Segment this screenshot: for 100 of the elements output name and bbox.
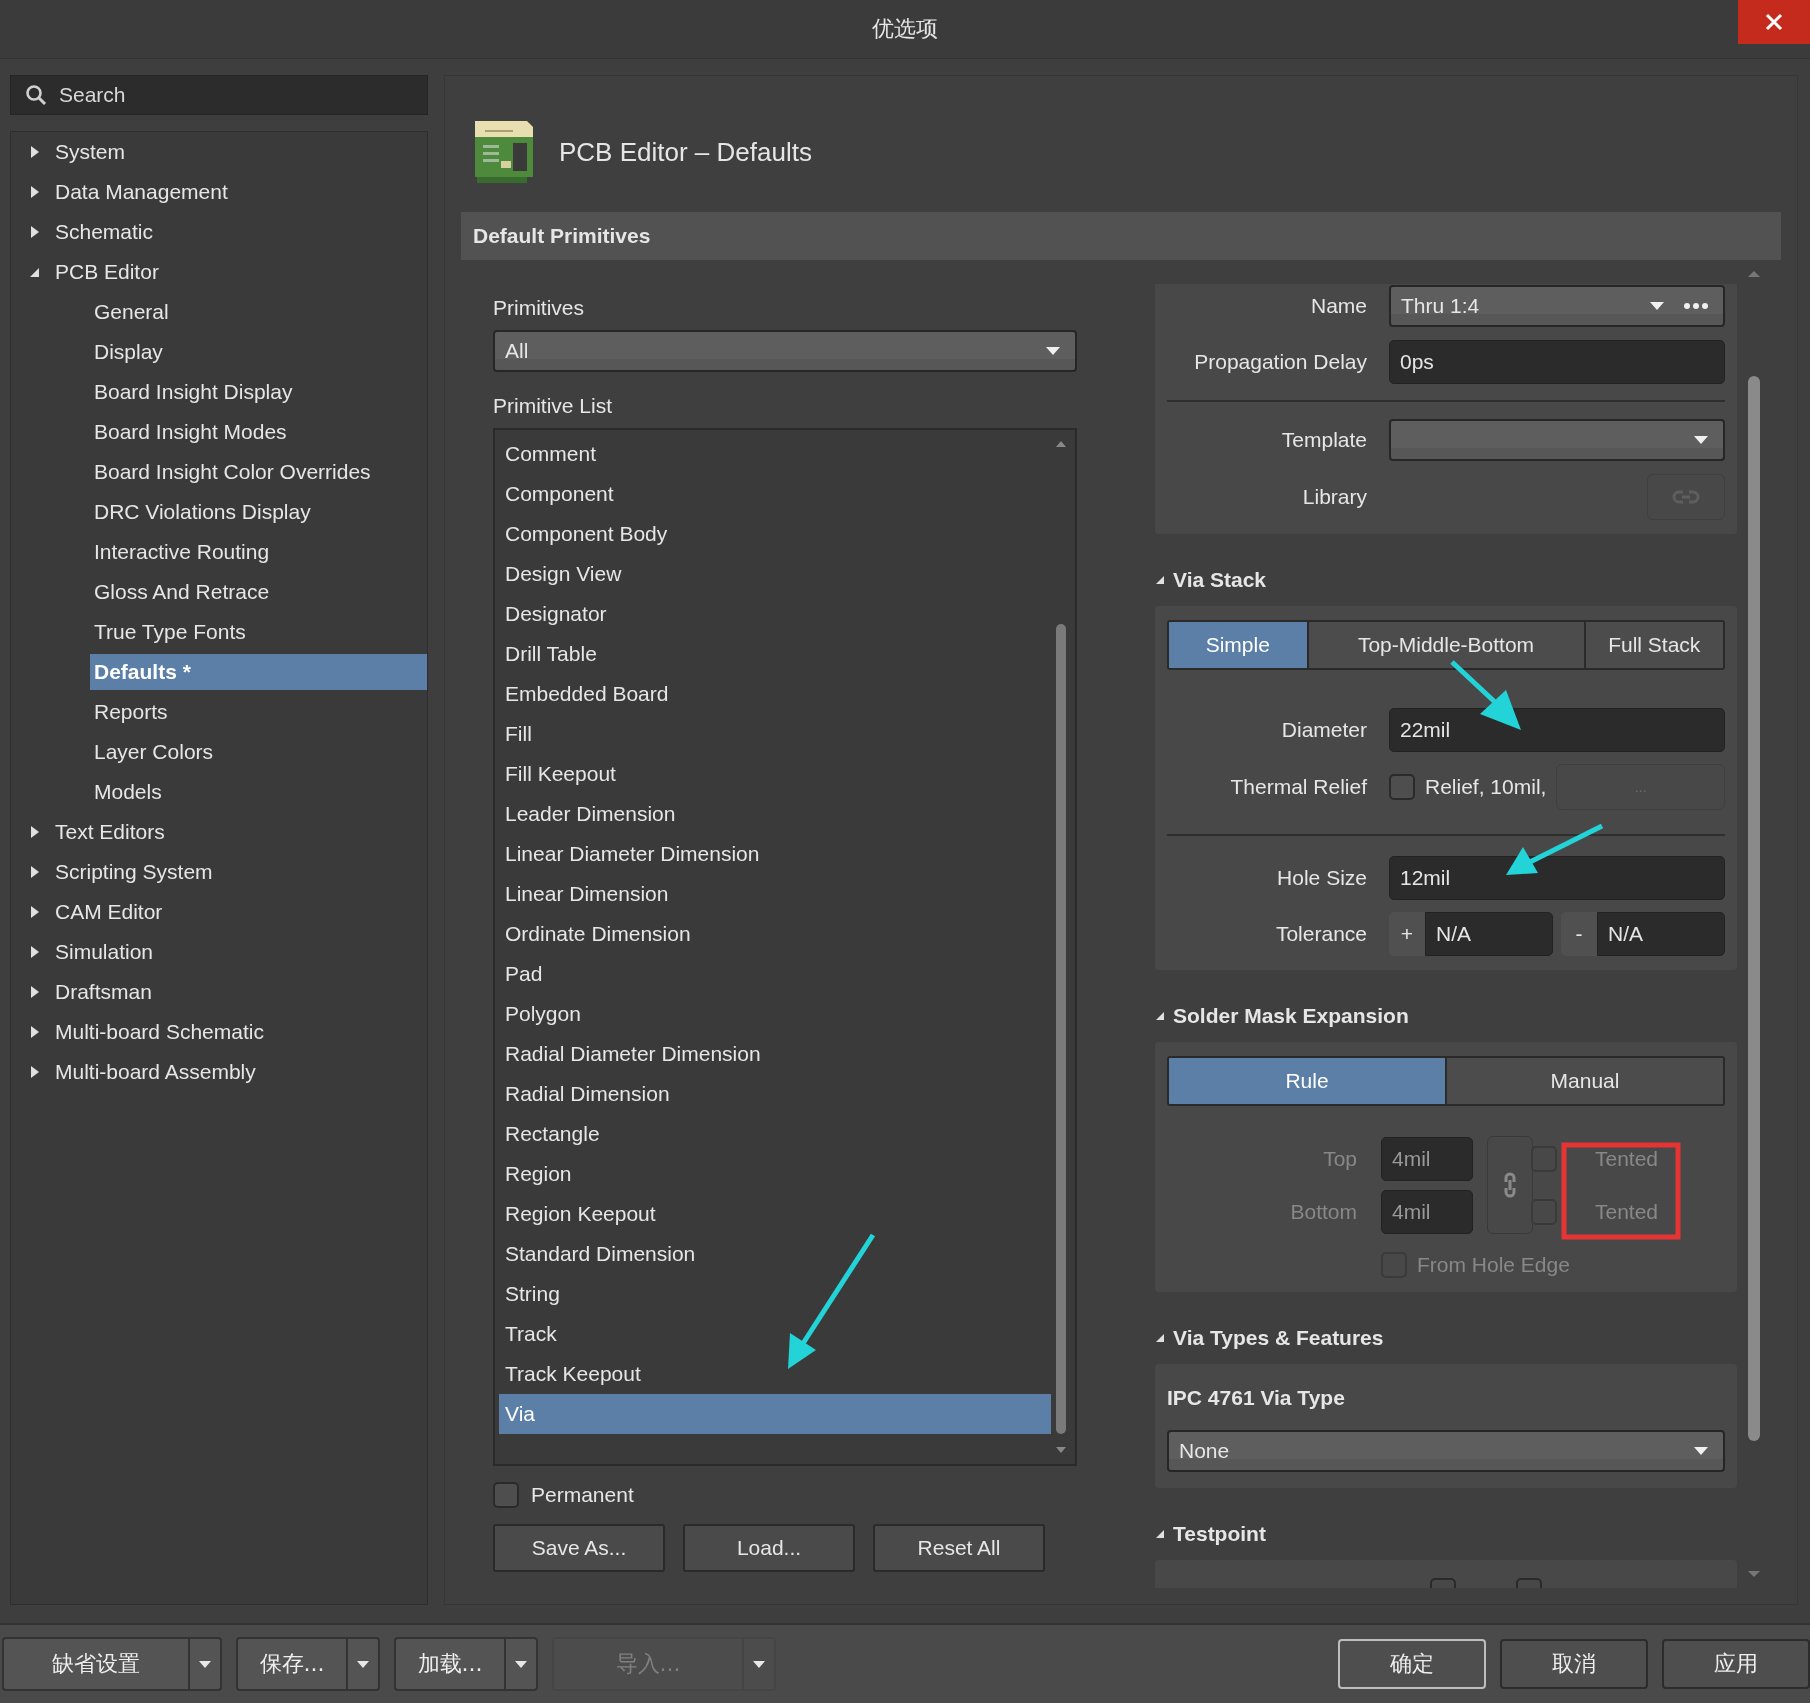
list-item[interactable]: Standard Dimension: [499, 1234, 1051, 1274]
tree-item[interactable]: Simulation: [55, 938, 158, 966]
close-icon: [1764, 12, 1784, 32]
action-button[interactable]: Reset All: [873, 1524, 1045, 1572]
checkbox-label: Tented: [1595, 1146, 1659, 1171]
list-item[interactable]: Embedded Board: [499, 674, 1051, 714]
list-item[interactable]: Linear Dimension: [499, 874, 1051, 914]
collapsed-triangle-icon[interactable]: [29, 985, 41, 999]
tree-item[interactable]: Board Insight Modes: [90, 414, 427, 450]
search-field[interactable]: Search: [10, 75, 428, 115]
input-field[interactable]: N/A: [1597, 912, 1725, 956]
more-icon[interactable]: [1683, 302, 1709, 310]
tree-item[interactable]: Text Editors: [55, 818, 169, 846]
scroll-up-icon[interactable]: [1055, 440, 1067, 448]
segment-tab[interactable]: Full Stack: [1585, 622, 1723, 668]
collapsed-triangle-icon[interactable]: [29, 865, 41, 879]
input-field[interactable]: N/A: [1425, 912, 1553, 956]
tree-item[interactable]: System: [55, 138, 129, 166]
checkbox[interactable]: [493, 1482, 519, 1508]
tree-item[interactable]: Schematic: [55, 218, 158, 246]
list-item[interactable]: Drill Table: [499, 634, 1051, 674]
window-title: 优选项: [872, 15, 938, 43]
collapsed-triangle-icon[interactable]: [29, 945, 41, 959]
list-item[interactable]: Component Body: [499, 514, 1051, 554]
list-item[interactable]: Component: [499, 474, 1051, 514]
tree-item[interactable]: Board Insight Display: [90, 374, 427, 410]
list-item[interactable]: Leader Dimension: [499, 794, 1051, 834]
tree-item[interactable]: Gloss And Retrace: [90, 574, 427, 610]
list-item[interactable]: Design View: [499, 554, 1051, 594]
field-label: Thermal Relief: [1229, 775, 1367, 799]
list-item[interactable]: Radial Dimension: [499, 1074, 1051, 1114]
page-title: PCB Editor – Defaults: [559, 136, 812, 168]
list-item[interactable]: Comment: [499, 434, 1051, 474]
expanded-triangle-icon[interactable]: [1155, 1333, 1165, 1343]
collapsed-triangle-icon[interactable]: [29, 185, 41, 199]
list-item[interactable]: Region Keepout: [499, 1194, 1051, 1234]
tree-item[interactable]: Layer Colors: [90, 734, 427, 770]
tree-item[interactable]: Board Insight Color Overrides: [90, 454, 427, 490]
segment-tab[interactable]: Top-Middle-Bottom: [1308, 622, 1586, 668]
list-item[interactable]: Region: [499, 1154, 1051, 1194]
tree-item[interactable]: Data Management: [55, 178, 232, 206]
caret-icon: [1693, 435, 1709, 445]
list-item[interactable]: Track Keepout: [499, 1354, 1051, 1394]
tree-item[interactable]: DRC Violations Display: [90, 494, 427, 530]
collapsed-triangle-icon[interactable]: [29, 225, 41, 239]
segment-tab[interactable]: Simple: [1169, 622, 1309, 668]
search-input[interactable]: Search: [57, 82, 413, 108]
list-item[interactable]: Fill Keepout: [499, 754, 1051, 794]
tree-item[interactable]: Interactive Routing: [90, 534, 427, 570]
action-button[interactable]: 缺省设置: [4, 1639, 190, 1689]
list-item[interactable]: Track: [499, 1314, 1051, 1354]
collapsed-triangle-icon[interactable]: [29, 1065, 41, 1079]
collapsed-triangle-icon[interactable]: [29, 145, 41, 159]
checkbox[interactable]: [1389, 774, 1415, 800]
checkbox-label: Tented: [1595, 1199, 1659, 1224]
list-item[interactable]: Fill: [499, 714, 1051, 754]
expanded-triangle-icon[interactable]: [1155, 575, 1165, 585]
action-button[interactable]: 保存...: [238, 1639, 348, 1689]
tree-item[interactable]: General: [90, 294, 427, 330]
input-field[interactable]: 12mil: [1389, 856, 1725, 900]
primitives-dropdown[interactable]: All: [493, 330, 1077, 372]
search-icon: [25, 84, 47, 106]
dialog-button[interactable]: 应用: [1662, 1639, 1810, 1689]
close-button[interactable]: [1738, 0, 1810, 44]
tree-item[interactable]: Draftsman: [55, 978, 156, 1006]
name-dropdown[interactable]: Thru 1:4: [1389, 285, 1725, 327]
tree-item[interactable]: CAM Editor: [55, 898, 167, 926]
tree-item[interactable]: Multi-board Assembly: [55, 1058, 260, 1086]
tree-item[interactable]: PCB Editor: [55, 258, 163, 286]
tree-item[interactable]: Reports: [90, 694, 427, 730]
tree-item[interactable]: Scripting System: [55, 858, 217, 886]
list-item[interactable]: Rectangle: [499, 1114, 1051, 1154]
tree-item[interactable]: Display: [90, 334, 427, 370]
list-item[interactable]: Via: [499, 1394, 1051, 1434]
expanded-triangle-icon[interactable]: [1155, 1529, 1165, 1539]
list-item[interactable]: Polygon: [499, 994, 1051, 1034]
action-button[interactable]: Save As...: [493, 1524, 665, 1572]
tree-item[interactable]: Multi-board Schematic: [55, 1018, 268, 1046]
dialog-button[interactable]: 取消: [1500, 1639, 1648, 1689]
tree-item[interactable]: True Type Fonts: [90, 614, 427, 650]
dialog-button[interactable]: 确定: [1338, 1639, 1486, 1689]
collapsed-triangle-icon[interactable]: [29, 825, 41, 839]
caret-icon: [356, 1659, 370, 1669]
collapsed-triangle-icon[interactable]: [29, 1025, 41, 1039]
input-field[interactable]: 22mil: [1389, 708, 1725, 752]
list-item[interactable]: Designator: [499, 594, 1051, 634]
list-item[interactable]: Radial Diameter Dimension: [499, 1034, 1051, 1074]
list-item[interactable]: Ordinate Dimension: [499, 914, 1051, 954]
list-item[interactable]: String: [499, 1274, 1051, 1314]
action-button[interactable]: 加载...: [396, 1639, 506, 1689]
list-item[interactable]: Pad: [499, 954, 1051, 994]
collapsed-triangle-icon[interactable]: [29, 905, 41, 919]
action-button[interactable]: Load...: [683, 1524, 855, 1572]
via-type-dropdown[interactable]: None: [1167, 1430, 1725, 1472]
list-item[interactable]: Linear Diameter Dimension: [499, 834, 1051, 874]
scroll-down-icon[interactable]: [1055, 1446, 1067, 1454]
tree-item[interactable]: Defaults *: [90, 654, 427, 690]
section-title: Testpoint: [1173, 1522, 1266, 1546]
input-field[interactable]: 0ps: [1389, 340, 1725, 384]
tree-item[interactable]: Models: [90, 774, 427, 810]
